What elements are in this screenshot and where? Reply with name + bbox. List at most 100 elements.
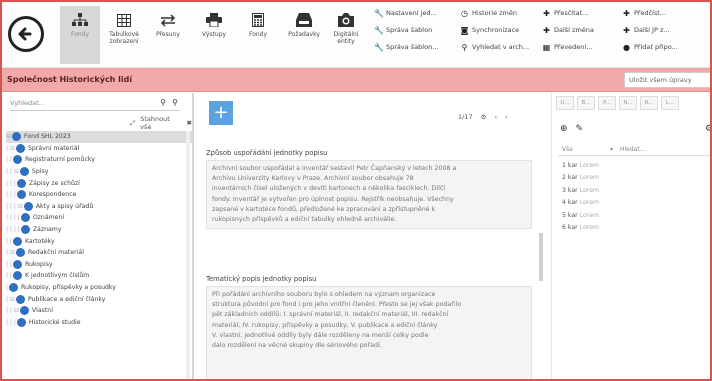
side-filter: Vše ▾ Hledat... bbox=[558, 144, 710, 156]
list-item-value: Lorem bbox=[579, 162, 600, 169]
field-arrangement-text[interactable]: Archivní soubor uspořádal a inventář ses… bbox=[206, 160, 532, 230]
menu-item-label: Synchronizace bbox=[472, 26, 520, 34]
printer-icon bbox=[206, 12, 222, 28]
list-item[interactable]: 6 kar Lorem bbox=[562, 224, 599, 236]
toolbar-button-label: Digitální entity bbox=[333, 31, 359, 45]
tree-node[interactable]: | ⊟ Správní materiál bbox=[6, 143, 192, 155]
menu-item-template-admin-more[interactable]: 🔧 Správa šablon... bbox=[374, 42, 438, 52]
menu-item-label: Přidat připo... bbox=[634, 43, 678, 51]
list-item[interactable]: 4 kar Lorem bbox=[562, 199, 599, 211]
plus-icon: ✚ bbox=[623, 25, 630, 35]
field-text-line: Archivní soubor uspořádal a inventář ses… bbox=[212, 165, 457, 172]
arrow-left-icon bbox=[18, 27, 32, 41]
tree-node[interactable]: | | Rukopisy bbox=[6, 259, 192, 271]
gear-icon[interactable]: ⚙ bbox=[705, 124, 710, 134]
tree-node-label: Publikace a ediční články bbox=[27, 295, 106, 303]
toolbar-digital-entities-button[interactable]: Digitální entity bbox=[326, 6, 366, 64]
menu-item-add-comment[interactable]: ● Přidat připo... bbox=[622, 42, 678, 52]
menu-column-preread: ✚ Předčíst... ✚ Další JP z... ● Přidat přip… bbox=[622, 8, 678, 52]
save-all-input[interactable]: Uložit všem úpravy bbox=[624, 72, 710, 88]
list-item[interactable]: 1 kar Lorem bbox=[562, 162, 599, 174]
tree-node[interactable]: | | | ⊟ Akty a spisy úřadů bbox=[6, 201, 192, 213]
list-item[interactable]: 2 kar Lorem bbox=[562, 174, 599, 186]
prev-page-icon[interactable]: ‹ bbox=[494, 113, 497, 121]
list-item-key: 3 kar bbox=[562, 186, 578, 194]
toolbar-outputs-button[interactable]: Výstupy bbox=[194, 6, 234, 64]
toolbar-button-label: Fondy bbox=[248, 31, 268, 38]
toolbar-fondy-calc-button[interactable]: Fondy bbox=[238, 6, 278, 64]
close-icon[interactable]: ✖ bbox=[187, 119, 192, 127]
back-button[interactable] bbox=[8, 16, 44, 52]
tree-node-label: Spisy bbox=[31, 168, 49, 176]
toolbar-transfer-button[interactable]: Přesuny bbox=[148, 6, 188, 64]
tree-node[interactable]: | | | | Oznámení bbox=[6, 212, 192, 224]
tree-node-label: Kartotéky bbox=[24, 237, 55, 245]
tree-node[interactable]: | | | Korespondence bbox=[6, 189, 192, 201]
tree-guide: | | ⊟ bbox=[6, 307, 19, 315]
list-item-value: Lorem bbox=[579, 186, 600, 194]
add-circle-icon[interactable]: ⊕ bbox=[560, 124, 568, 134]
edit-icon[interactable]: ✎ bbox=[576, 124, 584, 134]
settings-icon[interactable]: ⚙ bbox=[481, 113, 487, 121]
side-tabs: U... B... P... N... R... L... bbox=[556, 96, 679, 110]
menu-item-search-archive[interactable]: ⚲ Vyhledat v arch... bbox=[460, 42, 530, 52]
pager-count: 1/17 bbox=[458, 113, 473, 121]
side-tab[interactable]: N... bbox=[619, 96, 637, 110]
menu-item-conversion[interactable]: ▦ Převedení... bbox=[542, 42, 594, 52]
menu-item-unit-settings[interactable]: 🔧 Nastavení jed... bbox=[374, 8, 438, 18]
tree-node[interactable]: | | K jednotlivým číslům bbox=[6, 270, 192, 282]
tree-panel: Vyhledat... ⚲ ⚲ ⤢ Stahnout vše ✖ ⊟ Fond … bbox=[2, 93, 194, 379]
add-button[interactable]: + bbox=[209, 101, 233, 125]
side-tab[interactable]: R... bbox=[640, 96, 658, 110]
side-tab[interactable]: B... bbox=[577, 96, 595, 110]
folder-node-icon bbox=[16, 317, 26, 327]
filter-input[interactable]: Hledat... bbox=[620, 146, 645, 153]
tree-guide: | | bbox=[6, 237, 12, 245]
tree-node[interactable]: | | | | Záznamy bbox=[6, 224, 192, 236]
tree-node[interactable]: | | | Historické studie bbox=[6, 317, 192, 329]
search-next-icon[interactable]: ⚲ bbox=[172, 98, 178, 107]
tree-search[interactable]: Vyhledat... ⚲ ⚲ bbox=[10, 97, 180, 111]
tree-guide: | | | | bbox=[6, 226, 20, 234]
calculator-icon bbox=[252, 12, 264, 28]
tree-node[interactable]: | | ⊟ Spisy bbox=[6, 166, 192, 178]
toolbar-table-view-button[interactable]: Tabulkové zobrazení bbox=[104, 6, 144, 64]
toolbar-fondy-button[interactable]: Fondy bbox=[60, 6, 100, 64]
menu-item-recount[interactable]: ✚ Přesčítat... bbox=[542, 8, 594, 18]
tree-node[interactable]: | | Kartotéky bbox=[6, 235, 192, 247]
menu-item-next-change[interactable]: ✚ Další změna bbox=[542, 25, 594, 35]
search-icon[interactable]: ⚲ bbox=[160, 98, 166, 107]
menu-item-label: Nastavení jed... bbox=[386, 9, 437, 17]
menu-item-change-history[interactable]: ◷ Historie změn bbox=[460, 8, 529, 18]
side-tab[interactable]: U... bbox=[556, 96, 574, 110]
chevron-down-icon[interactable]: ▾ bbox=[610, 146, 613, 153]
tree-node[interactable]: | ⊟ Redakční materiál bbox=[6, 247, 192, 259]
menu-item-synchronization[interactable]: ◙ Synchronizace bbox=[460, 25, 529, 35]
side-tab[interactable]: L... bbox=[661, 96, 679, 110]
tree-node-label: Korespondence bbox=[28, 191, 77, 199]
field-thematic-text[interactable]: Při pořádání archivního souboru bylo s o… bbox=[206, 286, 532, 379]
tree-node[interactable]: | | | Zápisy ze schůzí bbox=[6, 177, 192, 189]
tree-search-input[interactable]: Vyhledat... bbox=[10, 99, 45, 107]
detail-scrollbar[interactable] bbox=[539, 233, 543, 281]
tree-guide: ⊟ bbox=[6, 133, 12, 141]
list-item[interactable]: 5 kar Lorem bbox=[562, 212, 599, 224]
menu-item-template-admin[interactable]: 🔧 Správa šablon bbox=[374, 25, 438, 35]
menu-item-preread[interactable]: ✚ Předčíst... bbox=[622, 8, 678, 18]
tree-scrollbar[interactable] bbox=[186, 131, 190, 379]
tree-node-label: Zápisy ze schůzí bbox=[28, 179, 80, 187]
tree-node[interactable]: | Rukopisy, příspěvky a posudky bbox=[6, 282, 192, 294]
tree-node[interactable]: | | Registraturní pomůcky bbox=[6, 154, 192, 166]
tree-node[interactable]: | ⊟ Publikace a ediční články bbox=[6, 293, 192, 305]
toolbar-requests-button[interactable]: Požadavky bbox=[284, 6, 324, 64]
list-item[interactable]: 3 kar Lorem bbox=[562, 187, 599, 199]
tree-node[interactable]: | | ⊟ Vlastní bbox=[6, 305, 192, 317]
menu-item-next-jp[interactable]: ✚ Další JP z... bbox=[622, 25, 678, 35]
next-page-icon[interactable]: › bbox=[505, 113, 508, 121]
side-tab[interactable]: P... bbox=[598, 96, 616, 110]
toolbar-button-label: Přesuny bbox=[156, 31, 180, 38]
side-panel: U...B...P...N...R...L... ⊕ ✎ ⚙ Vše ▾ Hle… bbox=[551, 93, 710, 379]
collapse-all-link[interactable]: Stahnout vše bbox=[140, 115, 181, 131]
tree-node[interactable]: ⊟ Fond SHL 2023 bbox=[6, 131, 192, 143]
filter-select[interactable]: Vše bbox=[562, 146, 573, 153]
